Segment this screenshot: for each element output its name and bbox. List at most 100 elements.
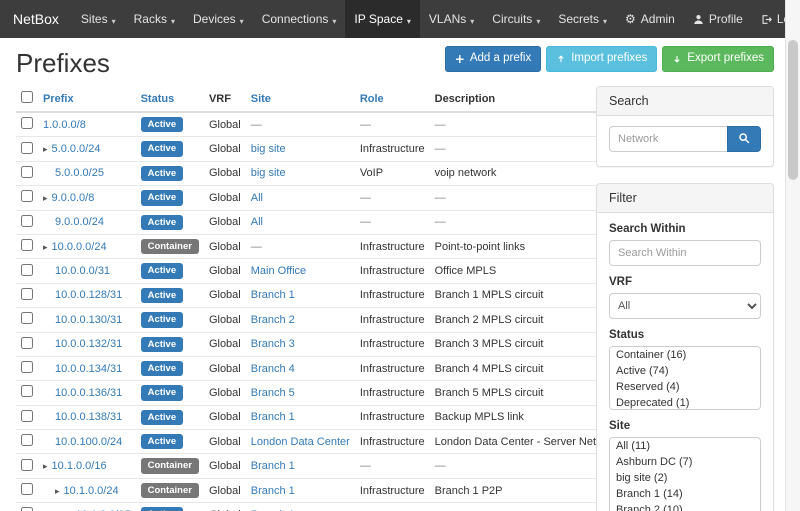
search-within-input[interactable]: [609, 240, 761, 266]
export-prefixes-button[interactable]: Export prefixes: [662, 46, 774, 72]
prefix-link[interactable]: 5.0.0.0/24: [52, 143, 101, 155]
scrollbar-thumb[interactable]: [788, 40, 798, 180]
select-all-checkbox[interactable]: [21, 91, 33, 103]
row-checkbox[interactable]: [21, 337, 33, 349]
search-input[interactable]: [609, 126, 727, 152]
site-link[interactable]: Branch 1: [251, 485, 295, 497]
nav-item-circuits[interactable]: Circuits▾: [483, 0, 549, 38]
prefix-link[interactable]: 5.0.0.0/25: [55, 167, 104, 179]
column-header-site[interactable]: Site: [246, 86, 355, 112]
vrf-select[interactable]: All: [609, 293, 761, 319]
prefix-link[interactable]: 10.0.0.0/24: [52, 241, 107, 253]
expand-arrow-icon[interactable]: ▸: [43, 461, 48, 471]
site-link[interactable]: big site: [251, 143, 286, 155]
search-button[interactable]: [727, 126, 761, 152]
row-checkbox[interactable]: [21, 239, 33, 251]
row-checkbox[interactable]: [21, 410, 33, 422]
row-checkbox[interactable]: [21, 483, 33, 495]
nav-item-ip-space[interactable]: IP Space▾: [345, 0, 420, 38]
table-row: 10.0.0.138/31ActiveGlobalBranch 1Infrast…: [16, 405, 624, 429]
row-checkbox[interactable]: [21, 385, 33, 397]
prefix-link[interactable]: 10.0.0.128/31: [55, 289, 122, 301]
page-scrollbar[interactable]: [785, 0, 800, 511]
row-checkbox[interactable]: [21, 312, 33, 324]
row-checkbox[interactable]: [21, 166, 33, 178]
status-option[interactable]: Container (16): [610, 347, 760, 363]
prefix-link[interactable]: 1.0.0.0/8: [43, 119, 86, 131]
nav-item-sites[interactable]: Sites ▾: [72, 0, 125, 38]
site-link[interactable]: big site: [251, 167, 286, 179]
app-logo[interactable]: NetBox: [0, 0, 72, 38]
status-badge: Active: [141, 117, 184, 132]
site-link[interactable]: Main Office: [251, 265, 306, 277]
site-link[interactable]: Branch 5: [251, 387, 295, 399]
import-prefixes-button[interactable]: Import prefixes: [546, 46, 657, 72]
vrf-value: Global: [209, 314, 241, 326]
row-checkbox[interactable]: [21, 117, 33, 129]
nav-item-secrets[interactable]: Secrets▾: [549, 0, 616, 38]
nav-item-label: Sites: [81, 12, 108, 26]
status-option[interactable]: Active (74): [610, 363, 760, 379]
prefix-link[interactable]: 10.0.0.0/31: [55, 265, 110, 277]
expand-arrow-icon[interactable]: ▸: [43, 242, 48, 252]
status-option[interactable]: Reserved (4): [610, 379, 760, 395]
row-checkbox[interactable]: [21, 215, 33, 227]
prefix-link[interactable]: 10.0.0.134/31: [55, 363, 122, 375]
status-badge: Active: [141, 410, 184, 425]
nav-item-vlans[interactable]: VLANs▾: [420, 0, 483, 38]
row-checkbox[interactable]: [21, 190, 33, 202]
status-listbox[interactable]: Container (16)Active (74)Reserved (4)Dep…: [609, 346, 761, 410]
prefix-link[interactable]: 10.1.0.0/24: [64, 485, 119, 497]
row-checkbox[interactable]: [21, 264, 33, 276]
export-icon: [672, 54, 682, 64]
site-link[interactable]: All: [251, 192, 263, 204]
prefix-table: PrefixStatusVRFSiteRoleDescription 1.0.0…: [16, 86, 624, 511]
prefix-link[interactable]: 9.0.0.0/24: [55, 216, 104, 228]
row-checkbox[interactable]: [21, 459, 33, 471]
site-link[interactable]: Branch 1: [251, 289, 295, 301]
site-link[interactable]: Branch 3: [251, 338, 295, 350]
site-link[interactable]: All: [251, 216, 263, 228]
prefix-list: PrefixStatusVRFSiteRoleDescription 1.0.0…: [16, 86, 596, 511]
prefix-link[interactable]: 10.0.0.130/31: [55, 314, 122, 326]
user-menu-admin[interactable]: ⚙Admin: [616, 0, 684, 38]
row-checkbox[interactable]: [21, 507, 33, 511]
user-menu-profile[interactable]: Profile: [684, 0, 752, 38]
site-link[interactable]: Branch 4: [251, 363, 295, 375]
prefix-link[interactable]: 10.0.0.138/31: [55, 411, 122, 423]
nav-item-racks[interactable]: Racks▾: [125, 0, 184, 38]
status-option[interactable]: Deprecated (1): [610, 395, 760, 410]
prefix-link[interactable]: 9.0.0.0/8: [52, 192, 95, 204]
site-option[interactable]: Branch 2 (10): [610, 502, 760, 511]
row-checkbox[interactable]: [21, 142, 33, 154]
prefix-link[interactable]: 10.1.0.0/16: [52, 460, 107, 472]
nav-item-devices[interactable]: Devices▾: [184, 0, 253, 38]
row-checkbox[interactable]: [21, 361, 33, 373]
table-row: 10.0.0.134/31ActiveGlobalBranch 4Infrast…: [16, 356, 624, 380]
site-option[interactable]: big site (2): [610, 470, 760, 486]
site-link[interactable]: London Data Center: [251, 436, 350, 448]
add-a-prefix-button[interactable]: +Add a prefix: [445, 46, 541, 72]
prefix-link[interactable]: 10.0.100.0/24: [55, 436, 122, 448]
site-option[interactable]: All (11): [610, 438, 760, 454]
expand-arrow-icon[interactable]: ▸: [55, 486, 60, 496]
expand-arrow-icon[interactable]: ▸: [43, 193, 48, 203]
prefix-link[interactable]: 10.0.0.132/31: [55, 338, 122, 350]
site-link[interactable]: Branch 1: [251, 411, 295, 423]
table-row: 10.0.100.0/24ActiveGlobalLondon Data Cen…: [16, 430, 624, 454]
nav-item-connections[interactable]: Connections▾: [253, 0, 346, 38]
column-header-prefix[interactable]: Prefix: [38, 86, 136, 112]
site-option[interactable]: Ashburn DC (7): [610, 454, 760, 470]
column-header-role[interactable]: Role: [355, 86, 430, 112]
row-checkbox[interactable]: [21, 288, 33, 300]
site-link[interactable]: Branch 2: [251, 314, 295, 326]
column-header-status[interactable]: Status: [136, 86, 204, 112]
expand-arrow-icon[interactable]: ▸: [43, 144, 48, 154]
prefix-link[interactable]: 10.0.0.136/31: [55, 387, 122, 399]
site-listbox[interactable]: All (11)Ashburn DC (7)big site (2)Branch…: [609, 437, 761, 511]
row-checkbox[interactable]: [21, 434, 33, 446]
site-link[interactable]: Branch 1: [251, 460, 295, 472]
caret-down-icon: ▾: [112, 12, 116, 26]
user-menu: ⚙AdminProfileLog out: [616, 0, 800, 38]
site-option[interactable]: Branch 1 (14): [610, 486, 760, 502]
